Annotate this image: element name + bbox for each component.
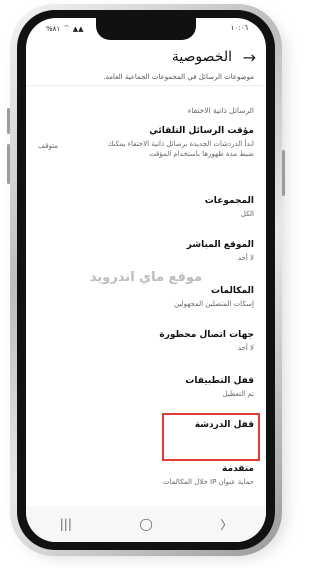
setting-subtitle: ابدأ الدردشات الجديدة برسائل ذاتية الاخت… <box>107 140 254 158</box>
status-time: ١٠:٠٦ <box>230 24 248 32</box>
setting-subtitle: الكل <box>240 210 254 218</box>
setting-value: متوقف <box>38 142 59 150</box>
system-nav-bar: ||| ◯ 〉 <box>26 506 266 542</box>
arrow-right-icon[interactable]: → <box>243 48 256 67</box>
recents-icon[interactable]: ||| <box>60 517 72 531</box>
setting-blocked-contacts[interactable]: جهات اتصال محظورة لا أحد <box>38 330 254 353</box>
setting-groups[interactable]: المجموعات الكل <box>38 196 254 219</box>
setting-title: قفل التطبيقات <box>185 376 254 386</box>
setting-title: متقدمة <box>222 464 254 474</box>
header-divider <box>26 85 266 86</box>
wifi-icon: ⌔ <box>63 24 70 32</box>
watermark: موقع ماي اندرويد <box>89 270 203 285</box>
setting-subtitle: لا أحد <box>237 254 254 262</box>
phone-side-button <box>7 108 10 134</box>
phone-power-button <box>282 150 285 196</box>
setting-subtitle: تم التعطيل <box>222 390 254 398</box>
section-label: الرسائل ذاتية الاختفاء <box>187 106 254 115</box>
setting-subtitle: إسكات المتصلين المجهولين <box>174 300 254 308</box>
phone-screen: %٨١ ⌔ ▲▲ ١٠:٠٦ → الخصوصية موضوعات الرسائ… <box>26 18 266 542</box>
signal-icon: ▲▲ <box>72 24 84 33</box>
setting-auto-timer[interactable]: مؤقت الرسائل التلقائي ابدأ الدردشات الجد… <box>38 126 254 159</box>
setting-title: الموقع المباشر <box>186 240 254 250</box>
status-bar: %٨١ ⌔ ▲▲ ١٠:٠٦ <box>26 18 266 38</box>
setting-title: المكالمات <box>211 286 254 296</box>
setting-live-location[interactable]: الموقع المباشر لا أحد <box>38 240 254 263</box>
clipped-setting-text: موضوعات الرسائل في المجموعات الجماعية ال… <box>103 73 254 81</box>
phone-volume-button <box>7 144 10 184</box>
setting-title: مؤقت الرسائل التلقائي <box>149 126 254 136</box>
setting-subtitle: حماية عنوان IP خلال المكالمات <box>162 478 254 486</box>
page-title: الخصوصية <box>171 49 232 65</box>
setting-advanced[interactable]: متقدمة حماية عنوان IP خلال المكالمات <box>38 464 254 487</box>
setting-calls[interactable]: المكالمات إسكات المتصلين المجهولين <box>38 286 254 309</box>
setting-title: جهات اتصال محظورة <box>159 330 254 340</box>
battery-text: %٨١ <box>46 24 61 33</box>
setting-app-lock[interactable]: قفل التطبيقات تم التعطيل <box>38 376 254 399</box>
home-icon[interactable]: ◯ <box>139 517 152 531</box>
setting-title: المجموعات <box>204 196 254 206</box>
setting-subtitle: لا أحد <box>237 344 254 352</box>
highlight-box <box>162 413 260 461</box>
app-header: → الخصوصية <box>26 44 266 72</box>
back-icon[interactable]: 〉 <box>220 516 232 533</box>
